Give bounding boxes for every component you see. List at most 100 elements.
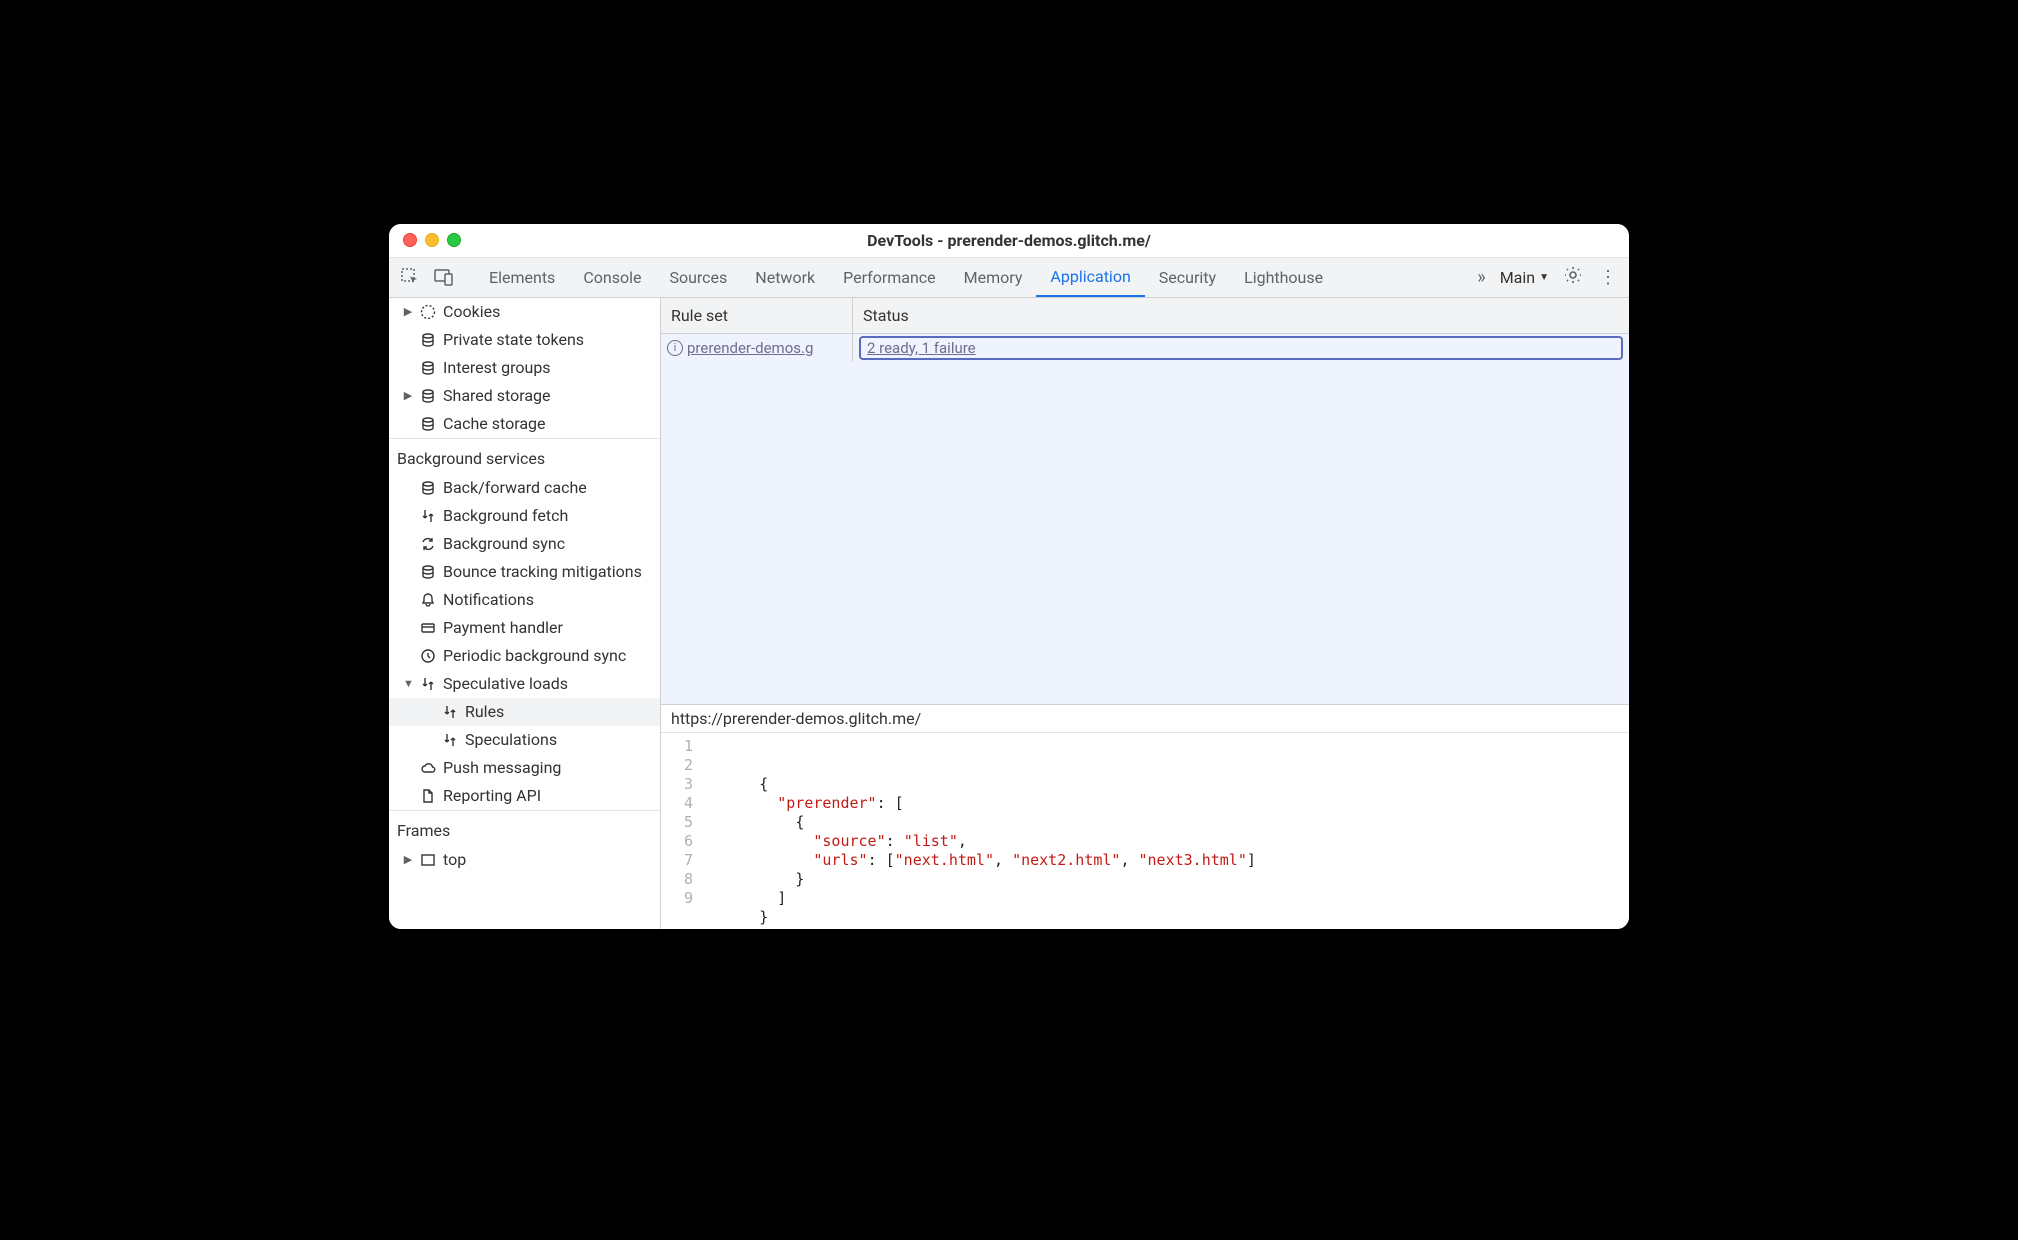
tab-elements[interactable]: Elements xyxy=(475,258,569,297)
ruleset-grid-body[interactable]: i prerender-demos.g 2 ready, 1 failure xyxy=(661,334,1629,704)
sidebar-item-speculative-loads[interactable]: ▼ Speculative loads xyxy=(389,670,660,698)
settings-icon[interactable] xyxy=(1563,265,1583,289)
main-panel: Rule set Status i prerender-demos.g 2 re… xyxy=(661,298,1629,929)
sidebar-item-payment-handler[interactable]: Payment handler xyxy=(389,614,660,642)
tab-network[interactable]: Network xyxy=(741,258,829,297)
sidebar-item-reporting-api[interactable]: Reporting API xyxy=(389,782,660,810)
tab-sources[interactable]: Sources xyxy=(655,258,741,297)
fetch-icon xyxy=(419,507,437,525)
sidebar-bgfetch-label: Background fetch xyxy=(443,506,568,525)
sidebar-item-private-state-tokens[interactable]: Private state tokens xyxy=(389,326,660,354)
rules-detail-area: https://prerender-demos.glitch.me/ 1 2 3… xyxy=(661,704,1629,929)
database-icon xyxy=(419,387,437,405)
toolbar-right: » Main ▼ ⋮ xyxy=(1477,265,1619,289)
sidebar-item-cache-storage[interactable]: Cache storage xyxy=(389,410,660,438)
collapse-arrow-icon: ▼ xyxy=(403,677,413,690)
expand-arrow-icon: ▶ xyxy=(403,853,413,866)
sidebar-item-rules[interactable]: Rules xyxy=(389,698,660,726)
code-token: "next2.html" xyxy=(1012,851,1120,869)
sidebar-item-interest-groups[interactable]: Interest groups xyxy=(389,354,660,382)
frame-icon xyxy=(419,851,437,869)
sidebar-item-notifications[interactable]: Notifications xyxy=(389,586,660,614)
line-number: 1 xyxy=(661,737,693,756)
sidebar-item-periodic-bg-sync[interactable]: Periodic background sync xyxy=(389,642,660,670)
more-tabs-icon[interactable]: » xyxy=(1477,267,1485,288)
tab-console[interactable]: Console xyxy=(569,258,655,297)
line-number: 5 xyxy=(661,813,693,832)
chevron-down-icon: ▼ xyxy=(1539,272,1549,283)
sidebar-specs-label: Speculations xyxy=(465,730,557,749)
device-toolbar-icon[interactable] xyxy=(433,266,455,288)
database-icon xyxy=(419,331,437,349)
code-token: "next3.html" xyxy=(1139,851,1247,869)
code-token: "prerender" xyxy=(777,794,876,812)
info-icon: i xyxy=(667,340,683,356)
tab-memory[interactable]: Memory xyxy=(950,258,1037,297)
tab-security[interactable]: Security xyxy=(1145,258,1230,297)
ruleset-cell[interactable]: i prerender-demos.g xyxy=(661,334,853,362)
expand-arrow-icon: ▶ xyxy=(403,305,413,318)
line-number: 7 xyxy=(661,851,693,870)
sidebar-bounce-label: Bounce tracking mitigations xyxy=(443,562,642,581)
sidebar-item-background-fetch[interactable]: Background fetch xyxy=(389,502,660,530)
window-title: DevTools - prerender-demos.glitch.me/ xyxy=(389,231,1629,250)
sidebar-spec-label: Speculative loads xyxy=(443,674,568,693)
sidebar-item-push-messaging[interactable]: Push messaging xyxy=(389,754,660,782)
sidebar-item-bounce-tracking[interactable]: Bounce tracking mitigations xyxy=(389,558,660,586)
devtools-window: DevTools - prerender-demos.glitch.me/ El… xyxy=(389,224,1629,929)
ruleset-link[interactable]: prerender-demos.g xyxy=(687,339,813,357)
sidebar-interest-label: Interest groups xyxy=(443,358,551,377)
code-token: { xyxy=(759,775,768,793)
sidebar-section-frames: Frames xyxy=(389,810,660,846)
sidebar-cookies-label: Cookies xyxy=(443,302,500,321)
ruleset-row[interactable]: i prerender-demos.g 2 ready, 1 failure xyxy=(661,334,1629,362)
code-content[interactable]: { "prerender": [ { "source": "list", "ur… xyxy=(705,737,1629,929)
code-token: "source" xyxy=(813,832,885,850)
database-icon xyxy=(419,479,437,497)
code-token: , xyxy=(958,832,967,850)
document-icon xyxy=(419,787,437,805)
cookie-icon xyxy=(419,303,437,321)
sidebar-bgsync-label: Background sync xyxy=(443,534,565,553)
sidebar-item-frame-top[interactable]: ▶ top xyxy=(389,846,660,874)
code-token: , xyxy=(1120,851,1138,869)
rules-url: https://prerender-demos.glitch.me/ xyxy=(661,705,1629,733)
cloud-icon xyxy=(419,759,437,777)
code-token: , xyxy=(994,851,1012,869)
sidebar-item-shared-storage[interactable]: ▶ Shared storage xyxy=(389,382,660,410)
sidebar-bfcache-label: Back/forward cache xyxy=(443,478,587,497)
tab-performance[interactable]: Performance xyxy=(829,258,950,297)
inspect-element-icon[interactable] xyxy=(399,266,421,288)
sidebar-section-background-services: Background services xyxy=(389,438,660,474)
sidebar-push-label: Push messaging xyxy=(443,758,561,777)
database-icon xyxy=(419,415,437,433)
kebab-menu-icon[interactable]: ⋮ xyxy=(1597,267,1619,288)
code-token: ] xyxy=(1247,851,1256,869)
target-selector[interactable]: Main ▼ xyxy=(1500,268,1549,287)
sidebar-item-bfcache[interactable]: Back/forward cache xyxy=(389,474,660,502)
sidebar-notif-label: Notifications xyxy=(443,590,534,609)
tab-application[interactable]: Application xyxy=(1036,258,1144,297)
sidebar-item-background-sync[interactable]: Background sync xyxy=(389,530,660,558)
sidebar-item-cookies[interactable]: ▶ Cookies xyxy=(389,298,660,326)
sidebar-reporting-label: Reporting API xyxy=(443,786,541,805)
clock-icon xyxy=(419,647,437,665)
application-sidebar[interactable]: ▶ Cookies Private state tokens Interest … xyxy=(389,298,661,929)
sidebar-periodic-label: Periodic background sync xyxy=(443,646,626,665)
sidebar-item-speculations[interactable]: Speculations xyxy=(389,726,660,754)
status-cell[interactable]: 2 ready, 1 failure xyxy=(853,334,1629,362)
line-number: 3 xyxy=(661,775,693,794)
line-number: 9 xyxy=(661,889,693,908)
code-viewer[interactable]: 1 2 3 4 5 6 7 8 9 { "prerender": [ { "so… xyxy=(661,733,1629,929)
column-header-ruleset[interactable]: Rule set xyxy=(661,298,853,333)
devtools-toolbar: Elements Console Sources Network Perform… xyxy=(389,258,1629,298)
tab-lighthouse[interactable]: Lighthouse xyxy=(1230,258,1337,297)
line-number: 4 xyxy=(661,794,693,813)
line-number: 6 xyxy=(661,832,693,851)
code-token: : [ xyxy=(877,794,904,812)
code-token: ] xyxy=(777,889,786,907)
column-header-status[interactable]: Status xyxy=(853,298,1629,333)
code-token: "next.html" xyxy=(895,851,994,869)
status-link[interactable]: 2 ready, 1 failure xyxy=(867,339,976,357)
sidebar-pst-label: Private state tokens xyxy=(443,330,584,349)
